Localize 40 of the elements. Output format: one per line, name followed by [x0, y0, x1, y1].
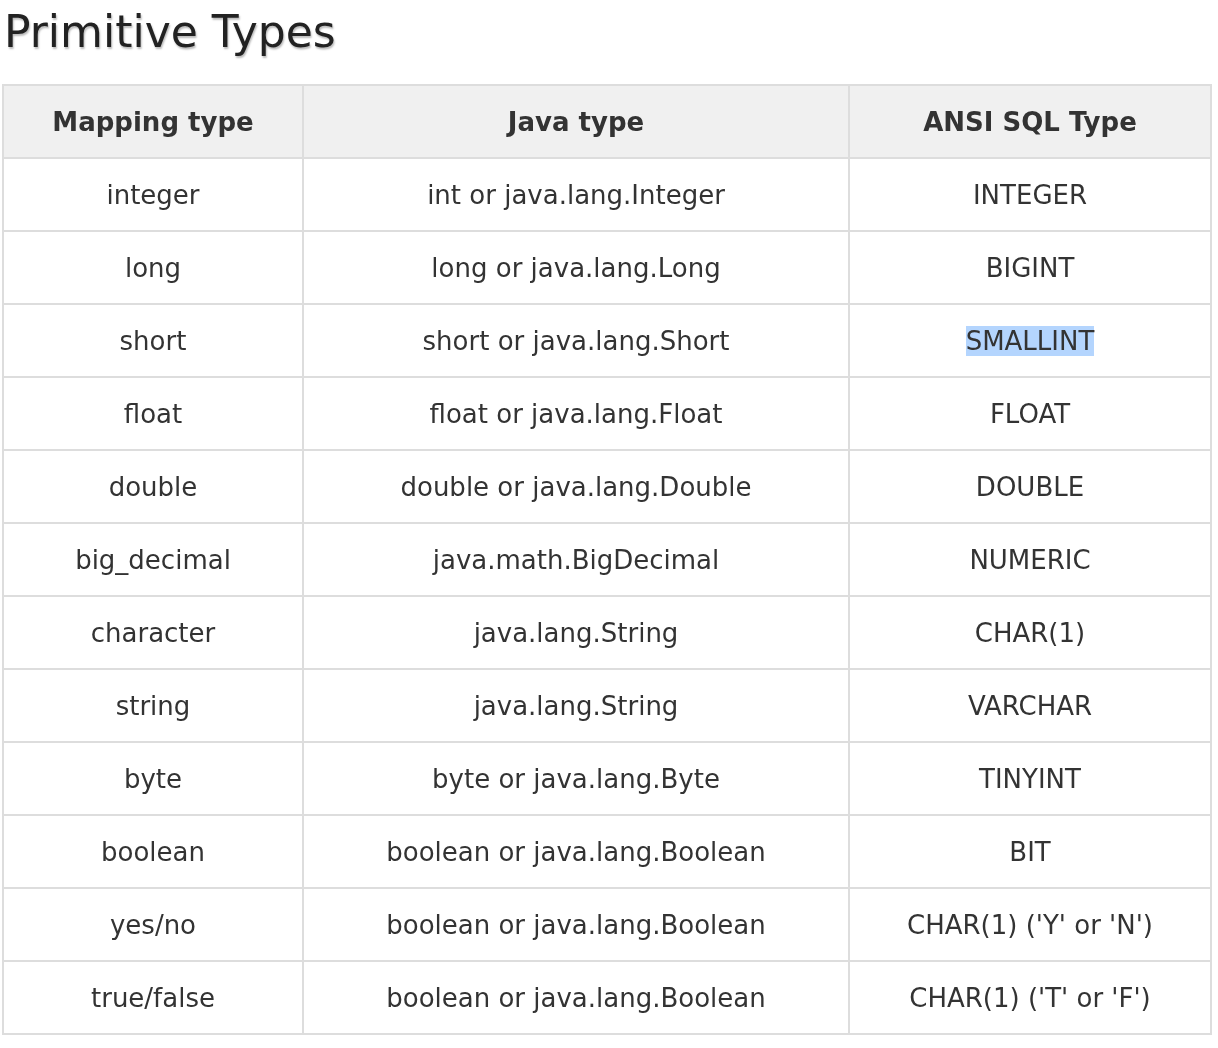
table-cell: long	[3, 231, 303, 304]
column-header: ANSI SQL Type	[849, 85, 1211, 158]
table-cell: long or java.lang.Long	[303, 231, 849, 304]
cell-text: SMALLINT	[965, 325, 1095, 356]
cell-text: CHAR(1) ('T' or 'F')	[909, 982, 1151, 1013]
cell-text: BIGINT	[985, 252, 1075, 283]
cell-text: VARCHAR	[967, 690, 1093, 721]
table-cell: boolean	[3, 815, 303, 888]
table-cell: float	[3, 377, 303, 450]
table-cell: short	[3, 304, 303, 377]
table-cell: big_decimal	[3, 523, 303, 596]
table-cell: true/false	[3, 961, 303, 1034]
table-cell: integer	[3, 158, 303, 231]
cell-text: INTEGER	[972, 179, 1088, 210]
cell-text: NUMERIC	[969, 544, 1091, 575]
table-cell: boolean or java.lang.Boolean	[303, 815, 849, 888]
table-cell: java.lang.String	[303, 669, 849, 742]
table-cell: boolean or java.lang.Boolean	[303, 961, 849, 1034]
table-cell: yes/no	[3, 888, 303, 961]
table-cell: byte or java.lang.Byte	[303, 742, 849, 815]
page-title: Primitive Types	[3, 5, 337, 59]
table-cell: boolean or java.lang.Boolean	[303, 888, 849, 961]
table-cell: short or java.lang.Short	[303, 304, 849, 377]
cell-text: CHAR(1) ('Y' or 'N')	[907, 909, 1153, 940]
table-cell: character	[3, 596, 303, 669]
table-cell: int or java.lang.Integer	[303, 158, 849, 231]
cell-text: DOUBLE	[975, 471, 1085, 502]
table-cell: double	[3, 450, 303, 523]
table-cell: byte	[3, 742, 303, 815]
column-header: Mapping type	[3, 85, 303, 158]
cell-text: FLOAT	[989, 398, 1071, 429]
table-cell: java.math.BigDecimal	[303, 523, 849, 596]
cell-text: CHAR(1)	[974, 617, 1086, 648]
table-cell: double or java.lang.Double	[303, 450, 849, 523]
cell-text: TINYINT	[979, 763, 1081, 794]
table-cell: float or java.lang.Float	[303, 377, 849, 450]
table-cell: string	[3, 669, 303, 742]
cell-text: BIT	[1009, 836, 1051, 867]
table-cell: java.lang.String	[303, 596, 849, 669]
column-header: Java type	[303, 85, 849, 158]
